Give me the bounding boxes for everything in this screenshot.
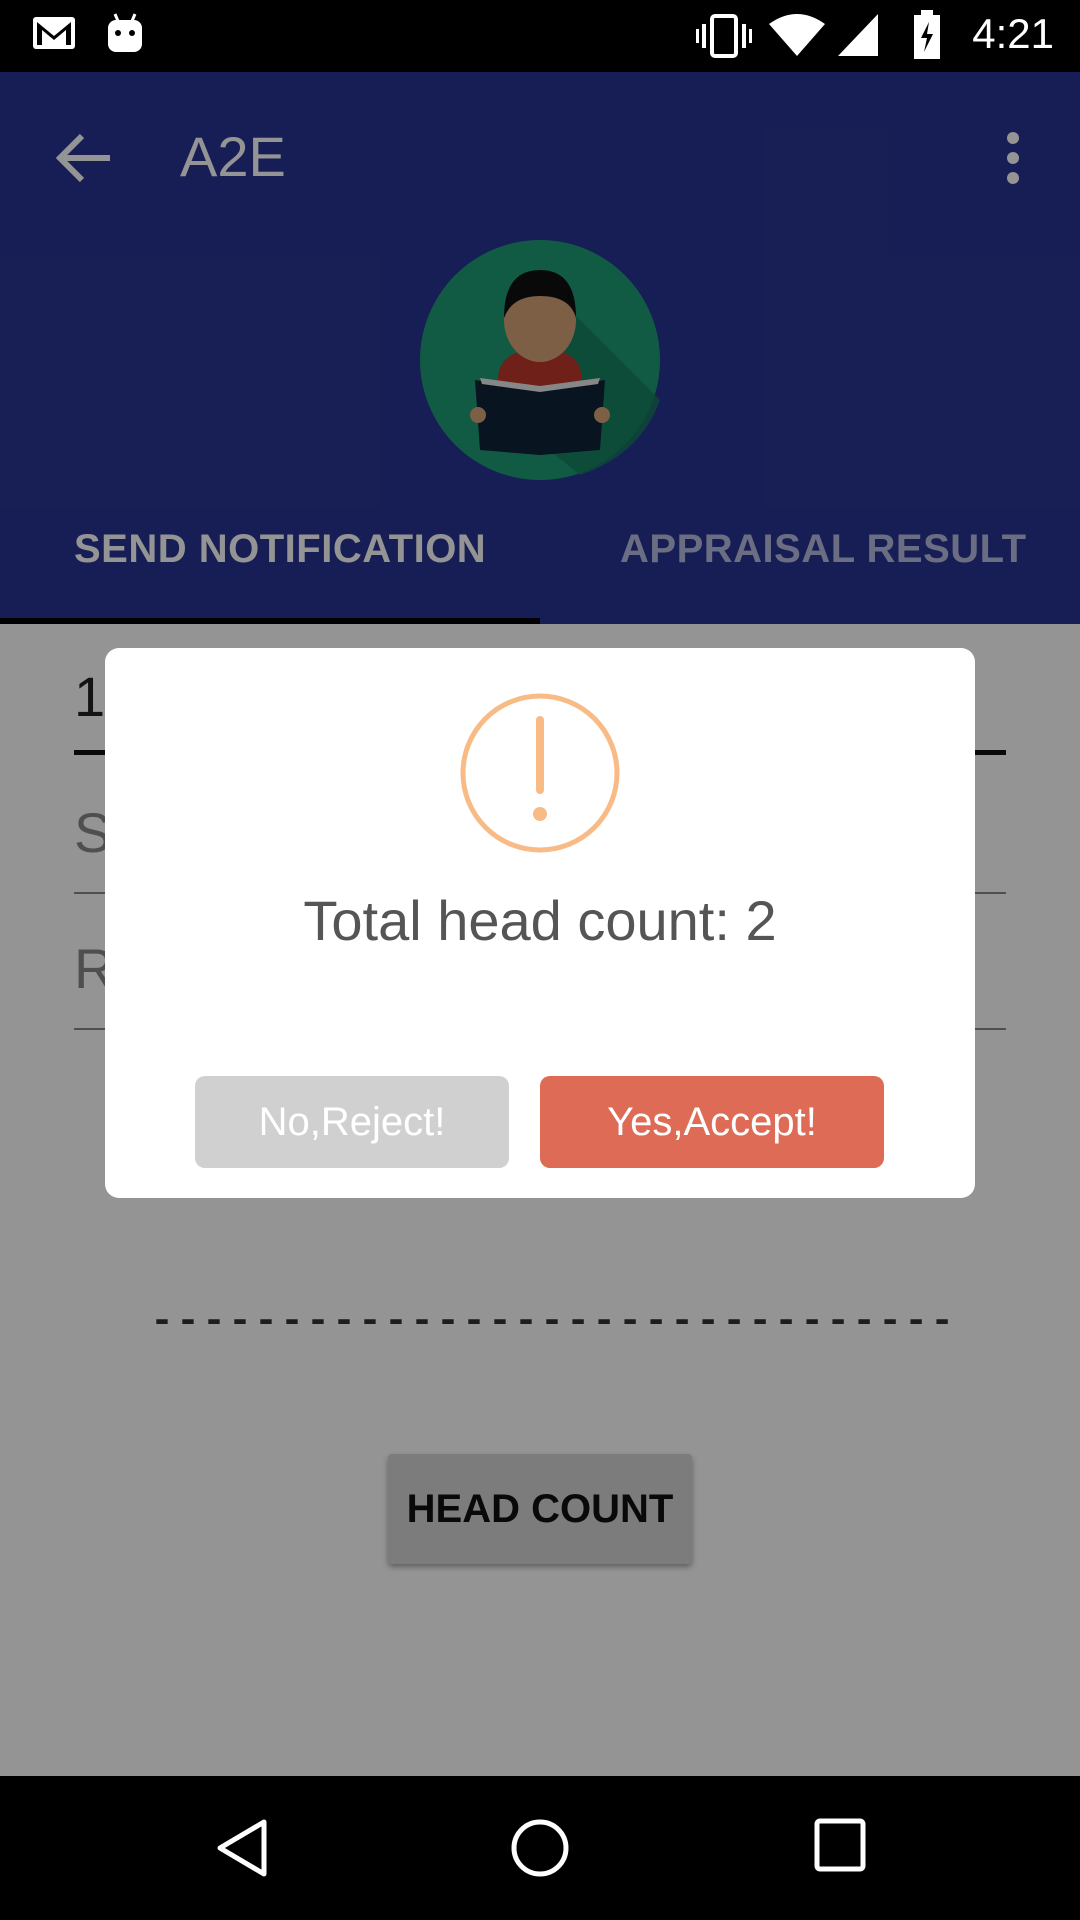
- recents-square-icon[interactable]: [814, 1818, 866, 1872]
- battery-charging-icon: [914, 10, 940, 59]
- wifi-icon: [769, 14, 825, 56]
- signal-icon: [838, 14, 878, 56]
- vibrate-icon: [696, 14, 752, 58]
- status-bar: 4:21: [0, 0, 1080, 72]
- android-icon: [108, 13, 142, 52]
- alert-dialog: Total head count: 2 No,Reject! Yes,Accep…: [105, 648, 975, 1198]
- back-triangle-icon[interactable]: [214, 1818, 270, 1878]
- accept-button[interactable]: Yes,Accept!: [540, 1076, 884, 1168]
- clock: 4:21: [972, 10, 1054, 57]
- home-circle-icon[interactable]: [510, 1818, 570, 1878]
- reject-button[interactable]: No,Reject!: [195, 1076, 509, 1168]
- navigation-bar: [0, 1776, 1080, 1920]
- gmail-icon: [33, 17, 75, 49]
- warning-exclamation-icon: [460, 693, 620, 853]
- dialog-message: Total head count: 2: [303, 889, 777, 952]
